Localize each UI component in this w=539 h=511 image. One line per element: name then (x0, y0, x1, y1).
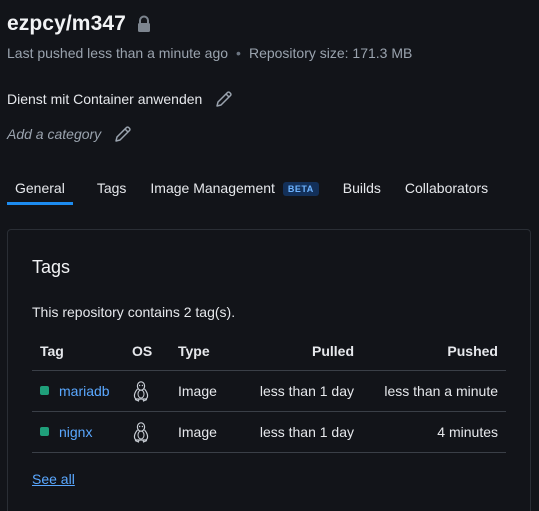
tab-label: General (15, 180, 65, 196)
table-header-row: Tag OS Type Pulled Pushed (32, 332, 506, 371)
column-header-pushed: Pushed (354, 332, 506, 371)
meta-separator: • (236, 45, 241, 61)
tag-pulled: less than 1 day (240, 411, 354, 453)
tab-label: Builds (342, 180, 381, 196)
repo-size-text: Repository size: 171.3 MB (248, 45, 413, 61)
tag-status-indicator (40, 427, 49, 436)
see-all-link[interactable]: See all (32, 471, 75, 487)
tab-label: Collaborators (404, 180, 489, 196)
repo-tabs: General Tags Image Management BETA Build… (7, 172, 512, 205)
tab-label: Image Management (150, 180, 275, 196)
column-header-type: Type (178, 332, 240, 371)
tag-pushed: 4 minutes (354, 411, 506, 453)
tab-image-management[interactable]: Image Management BETA (150, 172, 319, 205)
column-header-tag: Tag (32, 332, 132, 371)
tag-type: Image (178, 370, 240, 412)
table-row: nignx Image less than 1 day 4 minutes (32, 411, 506, 453)
tag-pulled: less than 1 day (240, 370, 354, 412)
tags-panel: Tags This repository contains 2 tag(s). … (7, 229, 531, 511)
tab-tags[interactable]: Tags (97, 172, 127, 205)
category-row: Add a category (7, 124, 133, 144)
category-placeholder: Add a category (7, 126, 102, 142)
tag-link-mariadb[interactable]: mariadb (59, 383, 110, 399)
tab-builds[interactable]: Builds (343, 172, 381, 205)
repo-header: ezpcy/m347 (7, 12, 152, 36)
tag-status-indicator (40, 386, 49, 395)
tags-panel-title: Tags (32, 257, 71, 277)
linux-icon (132, 421, 150, 443)
column-header-os: OS (132, 332, 178, 371)
repo-description: Dienst mit Container anwenden (7, 91, 203, 107)
lock-icon (136, 15, 152, 33)
tag-link-nignx[interactable]: nignx (59, 424, 92, 440)
repo-title: ezpcy/m347 (7, 12, 126, 35)
beta-badge: BETA (282, 182, 319, 196)
column-header-pulled: Pulled (240, 332, 354, 371)
tab-general[interactable]: General (7, 172, 73, 205)
tag-type: Image (178, 411, 240, 453)
repo-meta: Last pushed less than a minute ago • Rep… (7, 45, 412, 61)
tag-pushed: less than a minute (354, 370, 506, 412)
edit-description-pencil-icon[interactable] (214, 89, 234, 109)
description-row: Dienst mit Container anwenden (7, 89, 234, 109)
tags-table: Tag OS Type Pulled Pushed mariadb Image … (32, 332, 506, 453)
tab-label: Tags (96, 180, 127, 196)
linux-icon (132, 380, 150, 402)
tags-summary: This repository contains 2 tag(s). (32, 304, 236, 320)
tab-collaborators[interactable]: Collaborators (405, 172, 488, 205)
edit-category-pencil-icon[interactable] (113, 124, 133, 144)
table-row: mariadb Image less than 1 day less than … (32, 370, 506, 412)
last-pushed-text: Last pushed less than a minute ago (7, 45, 229, 61)
